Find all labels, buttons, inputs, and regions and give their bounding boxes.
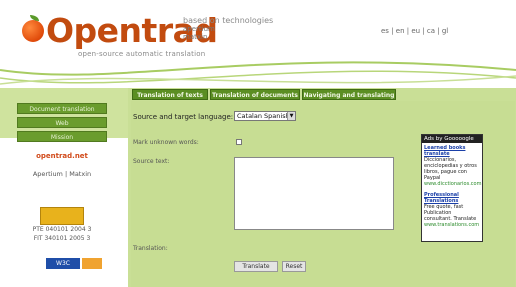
language-selector-links[interactable]: es | en | eu | ca | gl <box>381 27 448 35</box>
tab-navigating-and-translating[interactable]: Navigating and translating <box>302 89 396 100</box>
ad-item2-desc: Free quote, fast Publication consultant.… <box>424 204 477 222</box>
source-text-label: Source text: <box>133 158 170 165</box>
source-text-input[interactable] <box>234 157 394 230</box>
reset-button[interactable]: Reset <box>282 261 306 272</box>
sponsor-code-1: PTE 040101 2004 3 <box>32 226 92 233</box>
translation-label: Translation: <box>133 245 168 252</box>
chevron-down-icon[interactable]: ▼ <box>287 112 295 120</box>
validation-badge-icon[interactable] <box>82 258 102 269</box>
ad-panel: Ads by Gooooogle Learned books translate… <box>421 134 483 242</box>
technology-note: based on technologies apertium matxin <box>183 16 274 42</box>
unknown-words-checkbox[interactable] <box>236 139 242 145</box>
language-pair-select[interactable]: Catalan Spanish ▼ <box>234 111 296 121</box>
sidebar-item-document-translation[interactable]: Document translation <box>17 103 107 114</box>
language-pair-label: Source and target language: <box>133 113 234 121</box>
orange-logo-icon <box>22 20 44 42</box>
sidebar-item-mission[interactable]: Mission <box>17 131 107 142</box>
ad-item2-url[interactable]: www.translations.com <box>424 222 480 228</box>
technology-note-line3: matxin <box>183 33 208 41</box>
ad-header[interactable]: Ads by Gooooogle <box>422 135 482 143</box>
w3c-badge-icon[interactable]: W3C <box>46 258 80 269</box>
sidebar-item-web[interactable]: Web <box>17 117 107 128</box>
unknown-words-label: Mark unknown words: <box>133 139 199 146</box>
translate-button[interactable]: Translate <box>234 261 278 272</box>
language-pair-value: Catalan Spanish <box>237 112 290 120</box>
ad-item1-desc: Diccionarios, enciclopedias y otros libr… <box>424 157 477 181</box>
technology-note-line2: apertium <box>183 25 215 33</box>
ad-item1-url[interactable]: www.dicctionarios.com <box>424 181 481 187</box>
sponsor-flag-icon <box>40 207 84 225</box>
sponsor-logo-2[interactable]: Apertium | Matxin <box>20 170 104 178</box>
technology-note-line1: based on technologies <box>183 16 274 25</box>
tab-translation-of-texts[interactable]: Translation of texts <box>132 89 208 100</box>
sponsor-logo-1[interactable]: opentrad.net <box>20 152 104 160</box>
tab-translation-of-documents[interactable]: Translation of documents <box>210 89 300 100</box>
sponsor-code-2: FIT 340101 2005 3 <box>33 235 91 242</box>
